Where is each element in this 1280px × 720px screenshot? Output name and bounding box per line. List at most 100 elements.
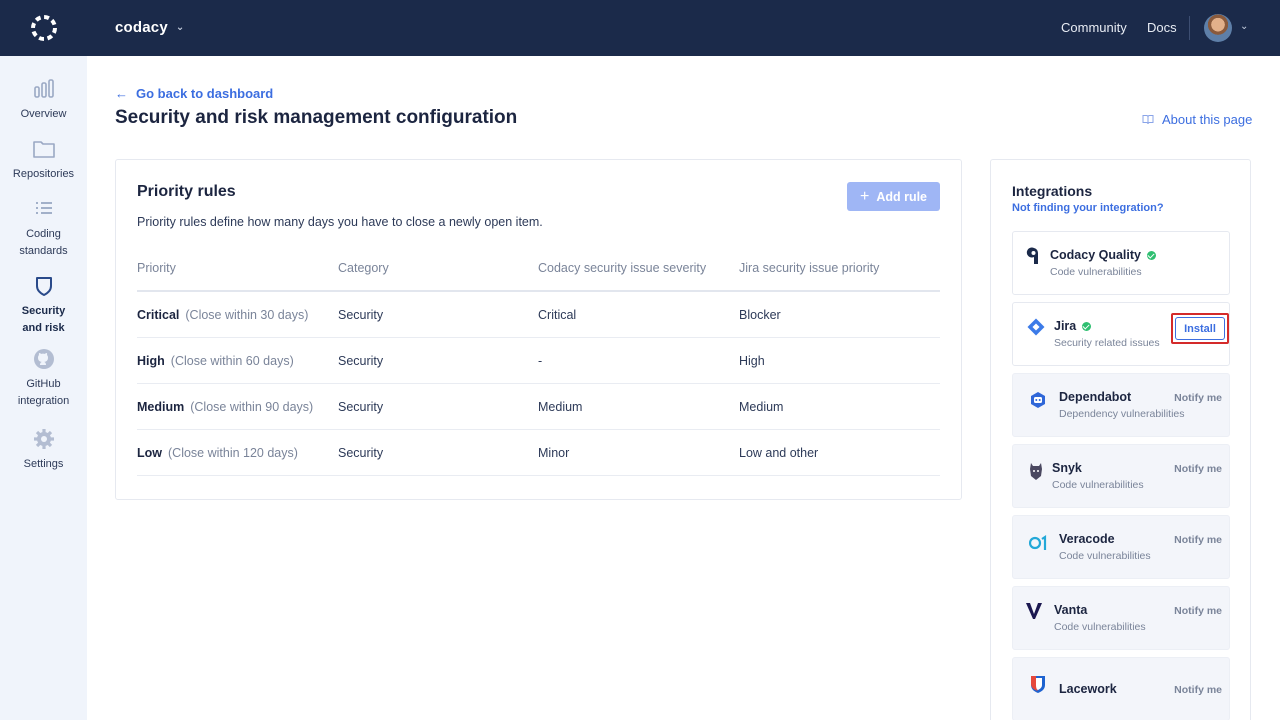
avatar[interactable] (1204, 14, 1232, 42)
integration-vanta[interactable]: Vanta Code vulnerabilities Notify me (1012, 586, 1230, 650)
integration-name-label: Veracode (1059, 532, 1115, 546)
integration-name-label: Codacy Quality (1050, 248, 1141, 262)
priority-name: Critical (137, 308, 180, 322)
connected-check-icon (1082, 321, 1092, 331)
integration-lacework[interactable]: Lacework Notify me (1012, 657, 1230, 720)
sidebar-item-security[interactable]: Security and risk (0, 275, 87, 337)
brand-name: codacy (115, 19, 168, 36)
priority-note: (Close within 90 days) (190, 400, 314, 414)
priority-rules-description: Priority rules define how many days you … (137, 215, 543, 229)
priority-name: Medium (137, 400, 185, 414)
table-row[interactable]: Critical (Close within 30 days) Security … (137, 292, 940, 338)
priority-note: (Close within 30 days) (185, 308, 309, 322)
integration-description: Code vulnerabilities (1054, 621, 1146, 633)
integration-name: Veracode (1059, 532, 1115, 546)
integration-name: Dependabot (1059, 390, 1131, 404)
header-divider (1189, 16, 1190, 40)
install-button[interactable]: Install (1175, 317, 1225, 340)
priority-name: High (137, 354, 165, 368)
notify-me-link[interactable]: Notify me (1174, 605, 1222, 617)
add-rule-label: Add rule (876, 189, 928, 204)
integration-name-label: Vanta (1054, 603, 1088, 617)
table-row[interactable]: Low (Close within 120 days) Security Mino… (137, 430, 940, 476)
integration-jira[interactable]: Jira Security related issues Install (1012, 302, 1230, 366)
jira-priority-cell: Low and other (739, 446, 819, 460)
community-link[interactable]: Community (1061, 20, 1127, 35)
sidebar: Overview Repositories Coding standards S… (0, 56, 87, 720)
integration-codacy-quality[interactable]: Codacy Quality Code vulnerabilities (1012, 231, 1230, 295)
sidebar-item-label: Coding standards (19, 228, 68, 257)
jira-icon (1027, 318, 1045, 336)
shield-icon (35, 277, 52, 296)
priority-rules-title: Priority rules (137, 183, 236, 200)
sidebar-item-label: GitHub integration (17, 378, 70, 407)
severity-cell: Critical (538, 308, 577, 322)
table-row[interactable]: Medium (Close within 90 days) Security Me… (137, 384, 940, 430)
organization-selector[interactable]: codacy ⌄ (115, 19, 185, 36)
integration-description: Security related issues (1054, 337, 1160, 349)
column-header: Priority (137, 261, 176, 275)
connected-check-icon (1147, 250, 1156, 260)
integration-description: Code vulnerabilities (1052, 479, 1144, 491)
integration-dependabot[interactable]: Dependabot Dependency vulnerabilities No… (1012, 373, 1230, 437)
integration-name-label: Snyk (1052, 461, 1082, 475)
notify-me-link[interactable]: Notify me (1174, 534, 1222, 546)
sidebar-item-label: Repositories (12, 168, 75, 180)
integration-name: Codacy Quality (1050, 248, 1156, 262)
sidebar-item-repositories[interactable]: Repositories (0, 138, 87, 183)
about-this-page-link[interactable]: About this page (1142, 112, 1252, 127)
priority-note: (Close within 60 days) (170, 354, 294, 368)
priority-rules-table: Priority Category Codacy security issue … (137, 250, 940, 476)
integration-description: Dependency vulnerabilities (1059, 408, 1185, 420)
integration-name-label: Lacework (1059, 682, 1117, 696)
dependabot-icon (1031, 392, 1045, 408)
jira-priority-cell: High (739, 354, 765, 368)
sidebar-item-coding-standards[interactable]: Coding standards (0, 198, 87, 260)
docs-link[interactable]: Docs (1147, 20, 1177, 35)
add-rule-button[interactable]: + Add rule (847, 182, 940, 211)
bar-chart-icon (33, 79, 54, 98)
integration-veracode[interactable]: Veracode Code vulnerabilities Notify me (1012, 515, 1230, 579)
table-row[interactable]: High (Close within 60 days) Security - Hi… (137, 338, 940, 384)
github-icon (33, 349, 54, 369)
priority-cell: Critical (Close within 30 days) (137, 292, 308, 338)
about-link-label: About this page (1162, 112, 1253, 127)
notify-me-link[interactable]: Notify me (1174, 392, 1222, 404)
category-cell: Security (338, 308, 384, 322)
page-title: Security and risk management configurati… (115, 107, 518, 128)
chevron-down-icon[interactable]: ⌄ (1240, 21, 1248, 32)
sidebar-item-github-integration[interactable]: GitHub integration (0, 348, 87, 410)
top-bar: codacy ⌄ Community Docs ⌄ (0, 0, 1280, 56)
not-finding-integration-link[interactable]: Not finding your integration? (1012, 202, 1164, 214)
sidebar-item-label: Overview (20, 108, 67, 120)
sidebar-item-label: Settings (23, 458, 64, 470)
back-to-dashboard-link[interactable]: ← Go back to dashboard (115, 86, 273, 101)
priority-note: (Close within 120 days) (168, 446, 298, 460)
jira-priority-cell: Blocker (739, 308, 781, 322)
snyk-icon (1030, 463, 1042, 480)
integration-name-label: Dependabot (1059, 390, 1132, 404)
severity-cell: - (538, 354, 543, 368)
codacy-logo-icon[interactable] (28, 12, 60, 44)
severity-cell: Medium (538, 400, 583, 414)
integration-name: Jira (1054, 319, 1092, 333)
folder-icon (32, 141, 55, 158)
notify-me-link[interactable]: Notify me (1174, 684, 1222, 696)
veracode-icon (1029, 534, 1047, 550)
integration-name-label: Jira (1054, 319, 1077, 333)
column-header: Codacy security issue severity (538, 261, 707, 275)
sidebar-item-label: Security and risk (21, 305, 66, 334)
integration-name: Lacework (1059, 682, 1117, 696)
integration-snyk[interactable]: Snyk Code vulnerabilities Notify me (1012, 444, 1230, 508)
sidebar-item-overview[interactable]: Overview (0, 78, 87, 123)
priority-name: Low (137, 446, 162, 460)
codacy-quality-icon (1026, 247, 1039, 264)
priority-cell: High (Close within 60 days) (137, 338, 294, 384)
notify-me-link[interactable]: Notify me (1174, 463, 1222, 475)
lacework-icon (1031, 676, 1045, 693)
integrations-card: Integrations Not finding your integratio… (990, 159, 1251, 720)
sidebar-item-settings[interactable]: Settings (0, 428, 87, 473)
chevron-down-icon: ⌄ (175, 22, 185, 33)
jira-priority-cell: Medium (739, 400, 784, 414)
integration-description: Code vulnerabilities (1050, 266, 1142, 278)
